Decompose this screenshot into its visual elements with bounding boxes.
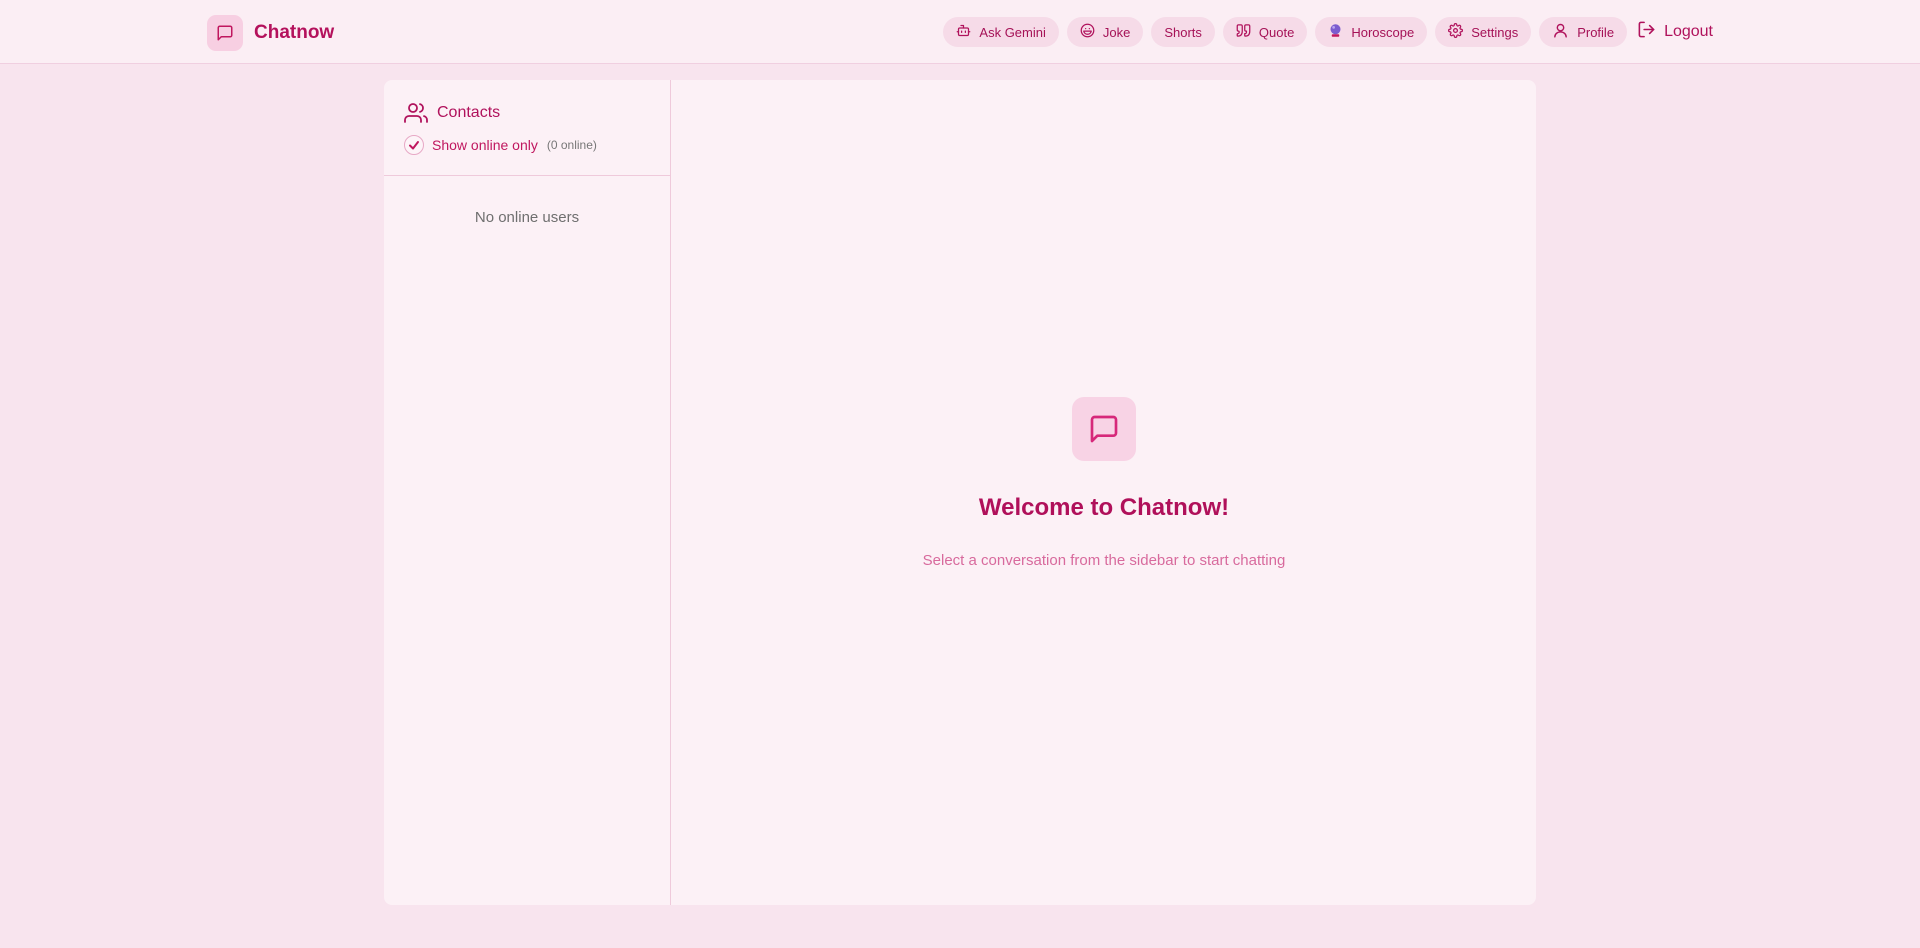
gear-icon <box>1448 23 1464 41</box>
contacts-sidebar: Contacts Show online only (0 online) No … <box>384 80 671 905</box>
crystal-ball-icon <box>1328 23 1343 41</box>
horoscope-label: Horoscope <box>1351 24 1415 40</box>
contacts-title: Contacts <box>437 104 501 121</box>
check-icon <box>408 139 420 151</box>
joke-label: Joke <box>1102 24 1131 40</box>
logout-label: Logout <box>1664 23 1713 40</box>
logout-button[interactable]: Logout <box>1635 20 1713 44</box>
horoscope-button[interactable]: Horoscope <box>1315 17 1428 47</box>
laugh-icon <box>1080 23 1095 41</box>
chat-panel: Contacts Show online only (0 online) No … <box>384 80 1536 905</box>
quote-icon <box>1236 23 1251 41</box>
online-count: (0 online) <box>546 138 597 152</box>
settings-label: Settings <box>1471 24 1519 40</box>
app-name: Chatnow <box>254 22 335 43</box>
settings-button[interactable]: Settings <box>1435 17 1532 47</box>
ask-gemini-button[interactable]: Ask Gemini <box>943 17 1059 47</box>
show-online-toggle[interactable]: Show online only (0 online) <box>404 135 650 155</box>
welcome-title: Welcome to Chatnow! <box>978 494 1230 521</box>
joke-button[interactable]: Joke <box>1066 17 1144 47</box>
contacts-heading: Contacts <box>404 100 650 126</box>
users-icon <box>404 101 428 125</box>
welcome-subtitle: Select a conversation from the sidebar t… <box>922 552 1286 569</box>
quote-button[interactable]: Quote <box>1222 17 1308 47</box>
show-online-label[interactable]: Show online only <box>432 137 538 153</box>
message-square-icon <box>1072 397 1136 461</box>
bot-icon <box>956 23 971 41</box>
shorts-button[interactable]: Shorts <box>1151 17 1215 47</box>
nav-menu: Ask Gemini Joke Shorts Quote Horoscope S… <box>943 17 1713 47</box>
user-icon <box>1552 22 1569 42</box>
sidebar-header: Contacts Show online only (0 online) <box>384 80 670 176</box>
brand[interactable]: Chatnow <box>207 15 334 51</box>
logout-icon <box>1637 20 1656 44</box>
profile-label: Profile <box>1577 24 1615 40</box>
top-navbar: Chatnow Ask Gemini Joke Shorts Quote Hor… <box>0 0 1920 64</box>
empty-contacts-message: No online users <box>474 209 580 226</box>
quote-label: Quote <box>1258 24 1295 40</box>
show-online-checkbox[interactable] <box>404 135 424 155</box>
profile-button[interactable]: Profile <box>1539 17 1628 47</box>
ask-gemini-label: Ask Gemini <box>979 24 1046 40</box>
message-square-icon <box>207 15 243 51</box>
welcome-area: Welcome to Chatnow! Select a conversatio… <box>672 80 1536 905</box>
shorts-label: Shorts <box>1164 24 1202 40</box>
